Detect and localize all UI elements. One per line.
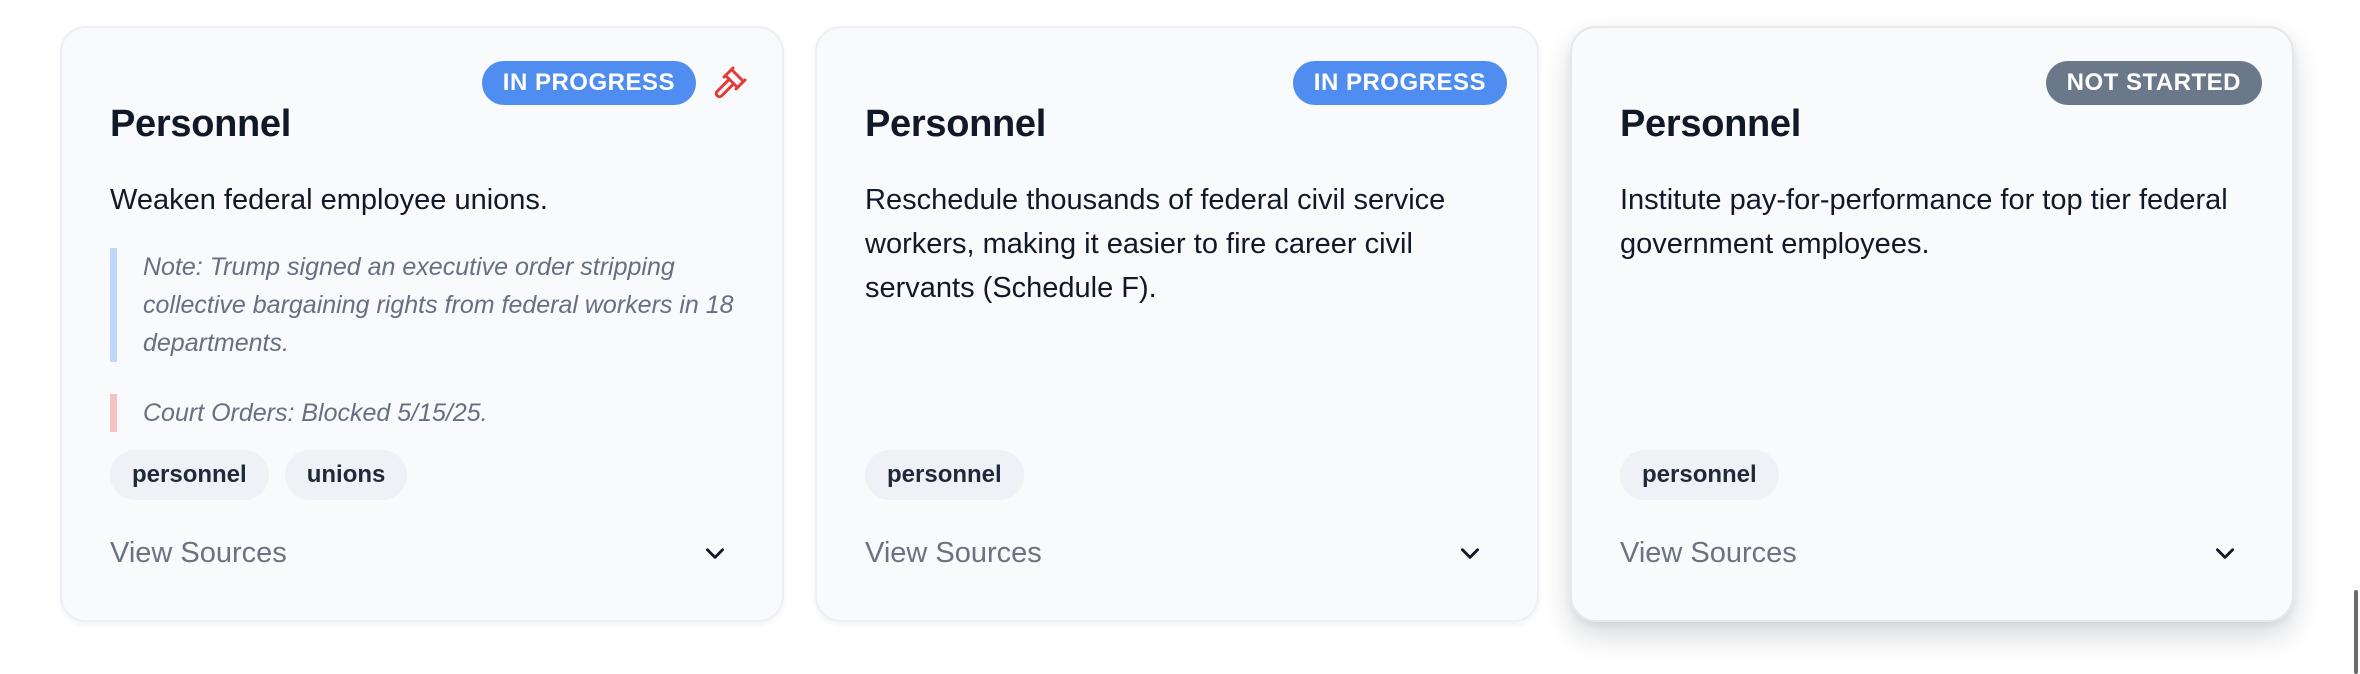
policy-card[interactable]: IN PROGRESS Personnel Weaken federal emp…: [60, 26, 784, 622]
tag-list: personnel: [865, 450, 1024, 500]
view-sources-toggle[interactable]: View Sources: [110, 528, 734, 578]
tag-personnel[interactable]: personnel: [865, 450, 1024, 500]
card-grid: IN PROGRESS Personnel Weaken federal emp…: [60, 26, 2294, 622]
card-title: Personnel: [110, 103, 292, 145]
tag-personnel[interactable]: personnel: [1620, 450, 1779, 500]
view-sources-toggle[interactable]: View Sources: [865, 528, 1489, 578]
chevron-down-icon: [2216, 548, 2234, 559]
view-sources-label: View Sources: [1620, 536, 1797, 569]
card-description: Reschedule thousands of federal civil se…: [865, 184, 1446, 304]
card-badges: IN PROGRESS: [1292, 61, 1507, 105]
card-note: Note: Trump signed an executive order st…: [110, 248, 734, 362]
policy-card[interactable]: IN PROGRESS Personnel Reschedule thousan…: [815, 26, 1539, 622]
view-sources-label: View Sources: [865, 536, 1042, 569]
policy-card[interactable]: NOT STARTED Personnel Institute pay-for-…: [1570, 26, 2294, 622]
status-badge: IN PROGRESS: [481, 61, 696, 105]
card-badges: IN PROGRESS: [481, 61, 752, 105]
view-sources-label: View Sources: [110, 536, 287, 569]
court-orders: Court Orders: Blocked 5/15/25.: [110, 394, 734, 432]
card-description: Weaken federal employee unions.: [110, 184, 548, 216]
chevron-down-icon: [1461, 548, 1479, 559]
tag-list: personnel: [1620, 450, 1779, 500]
status-badge: IN PROGRESS: [1292, 61, 1507, 105]
tag-personnel[interactable]: personnel: [110, 450, 269, 500]
tag-list: personnel unions: [110, 450, 408, 500]
card-title: Personnel: [865, 103, 1047, 145]
gavel-icon: [714, 66, 747, 99]
card-description: Institute pay-for-performance for top ti…: [1620, 184, 2228, 260]
card-badges: NOT STARTED: [2045, 61, 2262, 105]
tag-unions[interactable]: unions: [284, 450, 408, 500]
scrollbar-thumb[interactable]: [2354, 590, 2358, 674]
chevron-down-icon: [706, 548, 724, 559]
status-badge: NOT STARTED: [2045, 61, 2262, 105]
page: IN PROGRESS Personnel Weaken federal emp…: [0, 0, 2360, 674]
card-title: Personnel: [1620, 103, 1802, 145]
view-sources-toggle[interactable]: View Sources: [1620, 528, 2244, 578]
